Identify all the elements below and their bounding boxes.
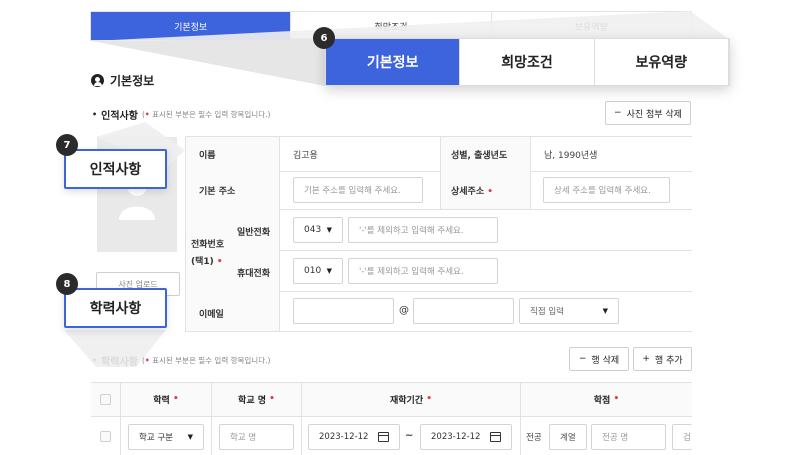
caret-down-icon: ▼ xyxy=(326,267,332,275)
detail-address-label: 상세주소 • xyxy=(451,187,494,197)
user-circle-icon xyxy=(91,74,104,87)
gpa-input[interactable]: 검 xyxy=(672,424,692,450)
plus-icon: + xyxy=(642,354,650,364)
email-at-sign: @ xyxy=(399,305,409,316)
address-label: 기본 주소 xyxy=(199,187,236,197)
email-domain-select[interactable]: 직접 입력 ▼ xyxy=(519,298,619,324)
personal-info-heading: • 인적사항 (• 표시된 부분은 필수 입력 항목입니다.) xyxy=(92,107,270,122)
add-row-button[interactable]: + 행 추가 xyxy=(633,347,692,371)
phone-label: 전화번호 (택1) • xyxy=(191,240,225,267)
address-input[interactable]: 기본 주소를 입력해 주세요. xyxy=(293,177,423,203)
row-checkbox[interactable] xyxy=(100,431,111,442)
landline-label: 일반전화 xyxy=(237,228,271,238)
caret-down-icon: ▼ xyxy=(602,307,608,315)
required-hint: (• 표시된 부분은 필수 입력 항목입니다.) xyxy=(141,110,271,119)
minus-icon: − xyxy=(614,108,622,118)
zoomed-tab-bar: 기본정보 희망조건 보유역량 xyxy=(325,38,730,86)
mobile-prefix-select[interactable]: 010 ▼ xyxy=(293,258,343,284)
landline-number-input[interactable]: '-'를 제외하고 입력해 주세요. xyxy=(348,217,498,243)
mobile-label: 휴대전화 xyxy=(237,269,271,279)
tab-basic-info[interactable]: 기본정보 xyxy=(91,12,292,40)
date-range-tilde: ~ xyxy=(405,430,414,441)
major-label: 전공 xyxy=(526,433,542,443)
email-label: 이메일 xyxy=(199,310,224,320)
landline-area-code-select[interactable]: 043 ▼ xyxy=(293,217,343,243)
zoomed-tab-competencies[interactable]: 보유역량 xyxy=(594,39,729,85)
delete-row-button[interactable]: − 행 삭제 xyxy=(569,347,629,371)
calendar-icon xyxy=(490,432,501,442)
header-gpa: 학점 • xyxy=(593,394,620,406)
email-id-input[interactable] xyxy=(293,298,394,324)
gender-birth-label: 성별, 출생년도 xyxy=(451,151,508,161)
calendar-icon xyxy=(378,432,389,442)
education-required-hint: (• 표시된 부분은 필수 입력 항목입니다.) xyxy=(141,356,271,365)
caret-down-icon: ▼ xyxy=(187,433,193,441)
education-heading: • 학력사항 (• 표시된 부분은 필수 입력 항목입니다.) xyxy=(92,353,270,368)
delete-photo-button[interactable]: − 사진 첨부 삭제 xyxy=(605,101,691,125)
section-title-text: 기본정보 xyxy=(110,74,155,88)
callout-badge-7: 7 xyxy=(56,134,78,156)
zoomed-tab-desired-conditions[interactable]: 희망조건 xyxy=(460,39,595,85)
start-date-picker[interactable]: 2023-12-12 xyxy=(308,424,400,450)
detail-address-input[interactable]: 상세 주소를 입력해 주세요. xyxy=(543,177,670,203)
caret-down-icon: ▼ xyxy=(326,226,332,234)
callout-badge-6: 6 xyxy=(313,27,335,49)
degree-select[interactable]: 학교 구분 ▼ xyxy=(128,424,204,450)
header-degree: 학력 • xyxy=(153,394,179,406)
tab-bar: 기본정보 희망조건 보유역량 xyxy=(90,11,692,41)
major-name-input[interactable]: 전공 명 xyxy=(591,424,666,450)
major-type-input[interactable]: 계열 xyxy=(549,424,587,450)
email-domain-input[interactable] xyxy=(413,298,514,324)
header-enrollment-period: 재학기간 • xyxy=(389,394,433,406)
section-title: 기본정보 xyxy=(91,72,154,89)
zoomed-education-label: 학력사항 xyxy=(64,288,167,328)
school-name-input[interactable]: 학교 명 xyxy=(219,424,294,450)
callout-badge-8: 8 xyxy=(56,273,78,295)
name-label: 이름 xyxy=(199,151,216,161)
zoomed-personal-info-label: 인적사항 xyxy=(64,149,167,189)
minus-icon: − xyxy=(578,354,587,364)
gender-birth-value: 남, 1990년생 xyxy=(544,151,598,161)
education-title: 학력사항 xyxy=(101,357,138,368)
zoomed-tab-basic-info[interactable]: 기본정보 xyxy=(326,39,461,85)
personal-info-title: 인적사항 xyxy=(101,111,138,122)
tab-competencies[interactable]: 보유역량 xyxy=(491,12,691,40)
name-value: 김고용 xyxy=(293,151,318,161)
end-date-picker[interactable]: 2023-12-12 xyxy=(420,424,512,450)
mobile-number-input[interactable]: '-'를 제외하고 입력해 주세요. xyxy=(348,258,498,284)
select-all-checkbox[interactable] xyxy=(100,394,111,405)
header-school-name: 학교 명 • xyxy=(238,394,275,406)
